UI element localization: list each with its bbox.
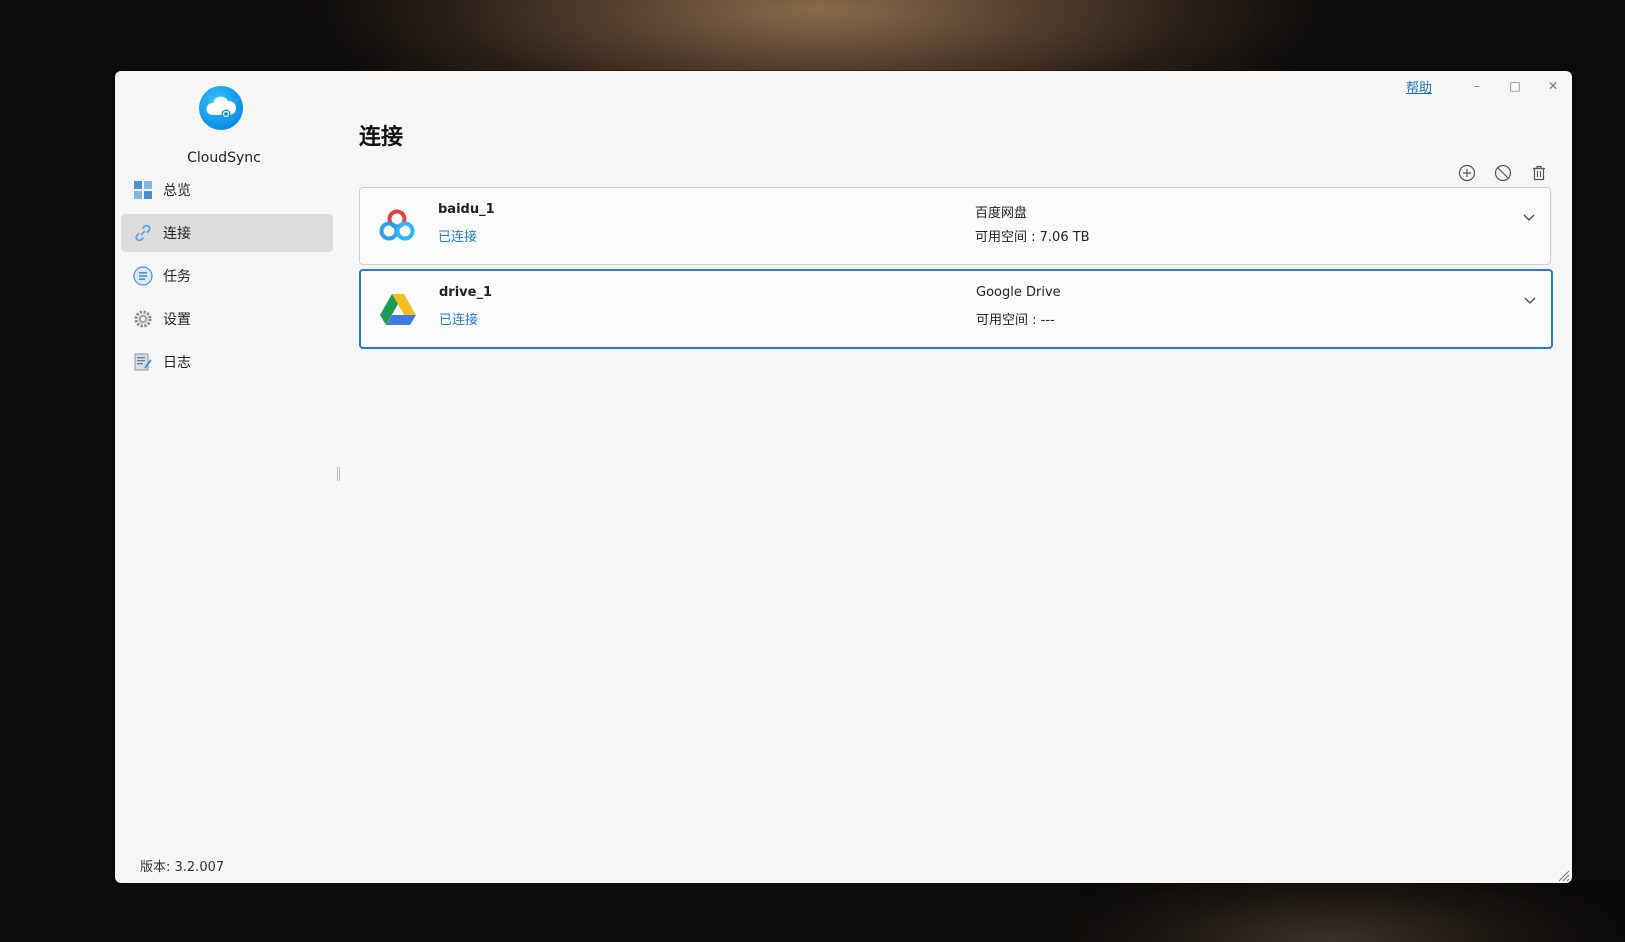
delete-connection-button[interactable] [1528, 162, 1550, 184]
sidebar-splitter[interactable] [337, 467, 340, 481]
sidebar-item-label: 任务 [163, 269, 191, 285]
cloudsync-logo-icon [199, 86, 243, 130]
connection-type: Google Drive [976, 285, 1061, 300]
gear-icon [133, 309, 153, 329]
sidebar-item-label: 日志 [163, 355, 191, 371]
app-name: CloudSync [187, 150, 261, 166]
main-content: 连接 baidu_1 已连接 百度网盘 可用空间: 7.06 TB drive… [359, 71, 1572, 883]
dashboard-icon [133, 180, 153, 200]
chevron-down-icon[interactable] [1520, 208, 1538, 226]
page-title: 连接 [359, 125, 404, 150]
chevron-down-icon[interactable] [1521, 291, 1539, 309]
task-list-icon [133, 266, 153, 286]
connection-status: 已连接 [438, 230, 478, 245]
sidebar-item-label: 总览 [163, 183, 191, 199]
desktop-wallpaper [1080, 880, 1625, 942]
sidebar-item-settings[interactable]: 设置 [121, 300, 333, 338]
sidebar-item-label: 连接 [163, 226, 191, 242]
sidebar-item-logs[interactable]: 日志 [121, 343, 333, 381]
sidebar-nav: 总览 连接 任务 设置 日志 [121, 171, 333, 386]
add-connection-button[interactable] [1456, 162, 1478, 184]
disable-connection-button[interactable] [1492, 162, 1514, 184]
google-drive-icon [377, 288, 419, 330]
connection-space: 可用空间 : --- [976, 313, 1055, 328]
baidu-netdisk-icon [376, 205, 418, 247]
connection-name: drive_1 [439, 285, 493, 300]
add-circle-icon [1458, 164, 1476, 182]
connection-card-baidu[interactable]: baidu_1 已连接 百度网盘 可用空间 : 7.06 TB [359, 187, 1551, 265]
trash-icon [1533, 165, 1545, 181]
sidebar-item-tasks[interactable]: 任务 [121, 257, 333, 295]
connection-type: 百度网盘 [975, 206, 1028, 221]
sidebar: CloudSync 总览 连接 任务 设置 日志 版本: 3.2.007 [115, 71, 333, 883]
connection-card-google-drive[interactable]: drive_1 已连接 Google Drive 可用空间 : --- [359, 269, 1553, 349]
connection-status: 已连接 [439, 313, 479, 328]
cloudsync-window: 帮助 – □ ✕ CloudSync 总览 连接 任务 设置 日志 版本: 3.… [115, 71, 1572, 883]
resize-grip-icon[interactable] [1556, 867, 1570, 882]
sidebar-item-label: 设置 [163, 312, 191, 328]
connection-name: baidu_1 [438, 202, 495, 217]
version-label: 版本: 3.2.007 [140, 860, 225, 875]
link-icon [133, 223, 153, 243]
connection-space: 可用空间 : 7.06 TB [975, 230, 1090, 245]
disable-icon [1494, 164, 1512, 182]
toolbar [1456, 162, 1550, 184]
sidebar-item-overview[interactable]: 总览 [121, 171, 333, 209]
log-icon [133, 352, 153, 372]
sidebar-item-connections[interactable]: 连接 [121, 214, 333, 252]
